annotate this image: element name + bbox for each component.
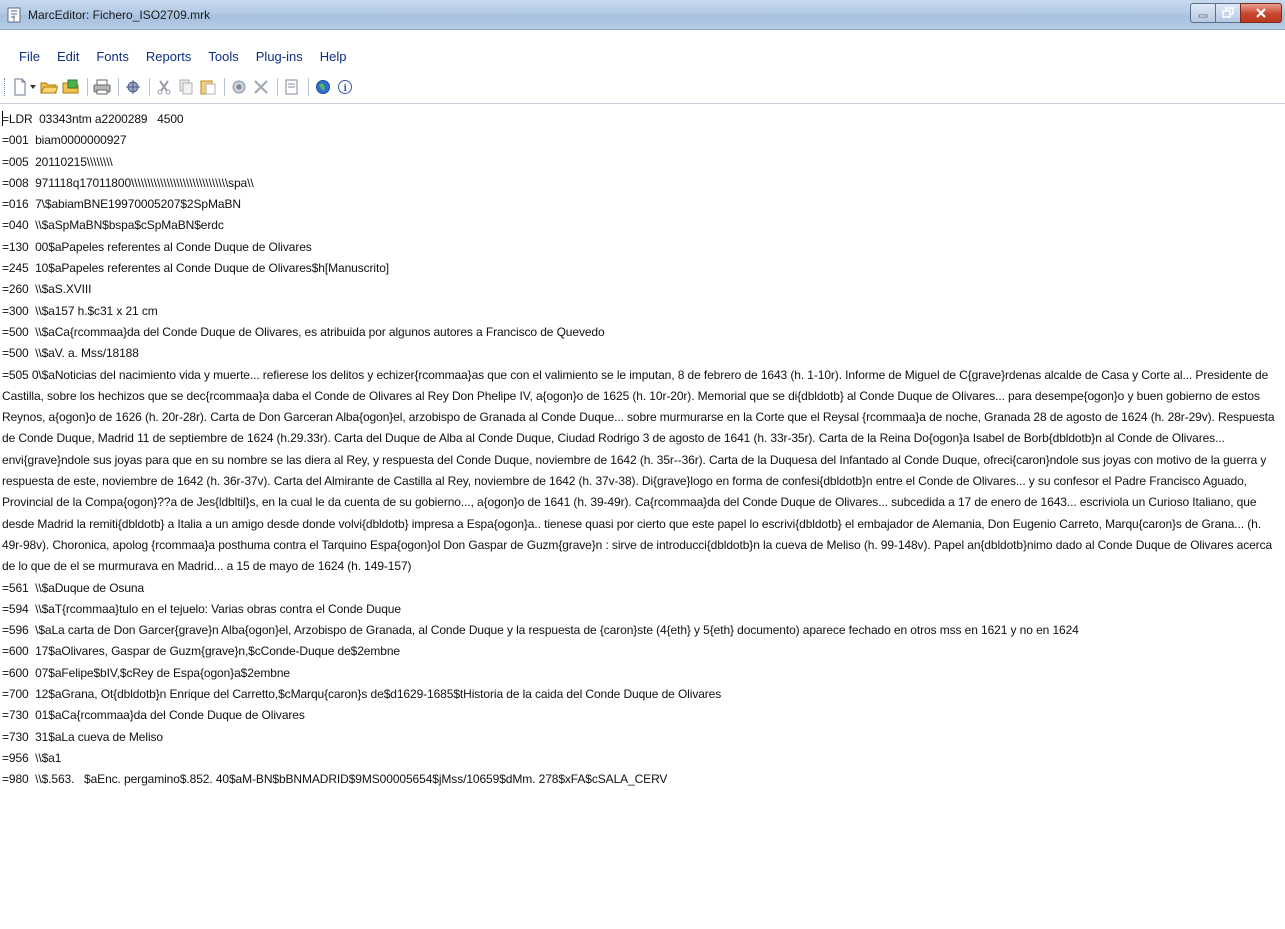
cut-button[interactable]	[154, 77, 174, 97]
copy-button[interactable]	[176, 77, 196, 97]
record-line: =040 \\$aSpMaBN$bspa$cSpMaBN$erdc	[2, 218, 224, 233]
record-line: =561 \\$aDuque de Osuna	[2, 580, 145, 595]
copy-icon	[179, 79, 193, 95]
find-button[interactable]	[282, 77, 302, 97]
new-file-icon	[14, 78, 26, 96]
record-line: =008 971118q17011800\\\\\\\\\\\\\\\\\\\\…	[2, 175, 254, 190]
record-line: =596 \$aLa carta de Don Garcer{grave}n A…	[2, 623, 1079, 638]
new-dropdown-button[interactable]	[29, 77, 37, 97]
info-button[interactable]: i	[335, 77, 355, 97]
record-line: =130 00$aPapeles referentes al Conde Duq…	[2, 239, 312, 254]
print-icon	[93, 79, 111, 95]
close-icon	[1256, 8, 1266, 18]
menu-plugins[interactable]: Plug-ins	[256, 49, 303, 64]
find-icon	[285, 79, 298, 95]
record-line: =001 biam0000000927	[2, 133, 127, 148]
record-line: =600 17$aOlivares, Gaspar de Guzm{grave}…	[2, 644, 400, 659]
restore-icon	[1222, 7, 1234, 18]
toolbar-separator	[224, 78, 225, 96]
record-line: =300 \\$a157 h.$c31 x 21 cm	[2, 303, 158, 318]
menu-reports[interactable]: Reports	[146, 49, 192, 64]
marc-editor-area[interactable]: =LDR 03343ntm a2200289 4500 =001 biam000…	[0, 103, 1285, 929]
new-file-button[interactable]	[13, 77, 27, 97]
record-line-ldr: =LDR 03343ntm a2200289 4500	[2, 112, 184, 126]
web-icon	[316, 80, 330, 94]
save-icon	[62, 79, 79, 94]
toolbar-separator	[118, 78, 119, 96]
menu-edit[interactable]: Edit	[57, 49, 79, 64]
svg-text:i: i	[13, 15, 15, 23]
toolbar-separator	[277, 78, 278, 96]
paste-icon	[200, 80, 216, 95]
toolbar-separator	[149, 78, 150, 96]
app-icon: i	[6, 7, 22, 23]
menu-help[interactable]: Help	[320, 49, 347, 64]
validate-button[interactable]	[229, 77, 249, 97]
maximize-button[interactable]	[1215, 3, 1241, 23]
minimize-icon	[1198, 14, 1208, 18]
record-line: =LDR 03343ntm a2200289 4500	[2, 109, 1279, 130]
open-folder-icon	[40, 82, 58, 94]
toolbar-separator	[87, 78, 88, 96]
delete-icon	[254, 80, 268, 94]
record-line: =500 \\$aCa{rcommaa}da del Conde Duque d…	[2, 324, 605, 339]
record-line: =730 31$aLa cueva de Meliso	[2, 729, 163, 744]
marc-record-text[interactable]: =LDR 03343ntm a2200289 4500 =001 biam000…	[2, 109, 1279, 791]
title-bar[interactable]: i MarcEditor: Fichero_ISO2709.mrk	[0, 0, 1285, 30]
record-line: =594 \\$aT{rcommaa}tulo en el tejuelo: V…	[2, 601, 401, 616]
record-line: =980 \\$.563. $aEnc. pergamino$.852. 40$…	[2, 772, 668, 787]
toolbar: i	[0, 75, 1285, 99]
record-line: =245 10$aPapeles referentes al Conde Duq…	[2, 261, 390, 276]
window-title: MarcEditor: Fichero_ISO2709.mrk	[28, 8, 211, 22]
record-line: =260 \\$aS.XVIII	[2, 282, 92, 297]
record-line: =505 0\$aNoticias del nacimiento vida y …	[2, 367, 1275, 574]
toolbar-separator	[308, 78, 309, 96]
record-line: =600 07$aFelipe$bIV,$cRey de Espa{ogon}a…	[2, 665, 290, 680]
spellcheck-button[interactable]	[123, 77, 143, 97]
cut-icon	[157, 80, 171, 95]
record-line: =956 \\$a1	[2, 750, 62, 765]
svg-text:i: i	[344, 84, 348, 94]
record-line: =700 12$aGrana, Ot{dbldotb}n Enrique del…	[2, 687, 722, 702]
print-button[interactable]	[92, 77, 112, 97]
delete-button[interactable]	[251, 77, 271, 97]
menu-tools[interactable]: Tools	[208, 49, 238, 64]
minimize-button[interactable]	[1190, 3, 1216, 23]
web-button[interactable]	[313, 77, 333, 97]
info-icon: i	[338, 80, 352, 94]
menu-fonts[interactable]: Fonts	[96, 49, 129, 64]
paste-button[interactable]	[198, 77, 218, 97]
record-line: =016 7\$abiamBNE19970005207$2SpMaBN	[2, 197, 241, 212]
close-button[interactable]	[1240, 3, 1282, 23]
dropdown-arrow-icon	[30, 85, 36, 89]
save-button[interactable]	[61, 77, 81, 97]
spellcheck-icon	[126, 80, 140, 94]
menu-bar: File Edit Fonts Reports Tools Plug-ins H…	[0, 44, 1285, 68]
record-line: =500 \\$aV. a. Mss/18188	[2, 346, 139, 361]
record-line: =005 20110215\\\\\\\\	[2, 154, 113, 169]
toolbar-grip[interactable]	[4, 78, 7, 96]
menu-file[interactable]: File	[19, 49, 40, 64]
open-button[interactable]	[39, 77, 59, 97]
record-line: =730 01$aCa{rcommaa}da del Conde Duque d…	[2, 708, 305, 723]
validate-icon	[232, 80, 246, 94]
